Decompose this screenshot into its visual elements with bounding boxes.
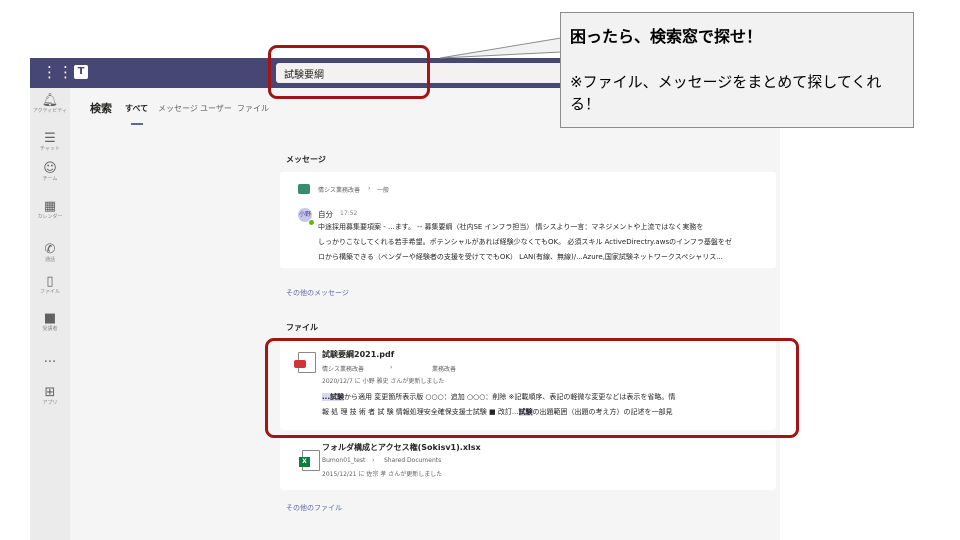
- callout-box: 困ったら、検索窓で探せ！ ※ファイル、メッセージをまとめて探してくれる！: [560, 12, 914, 128]
- callout-body: ※ファイル、メッセージをまとめて探してくれる！: [570, 73, 882, 113]
- callout-headline: 困ったら、検索窓で探せ！: [570, 27, 763, 46]
